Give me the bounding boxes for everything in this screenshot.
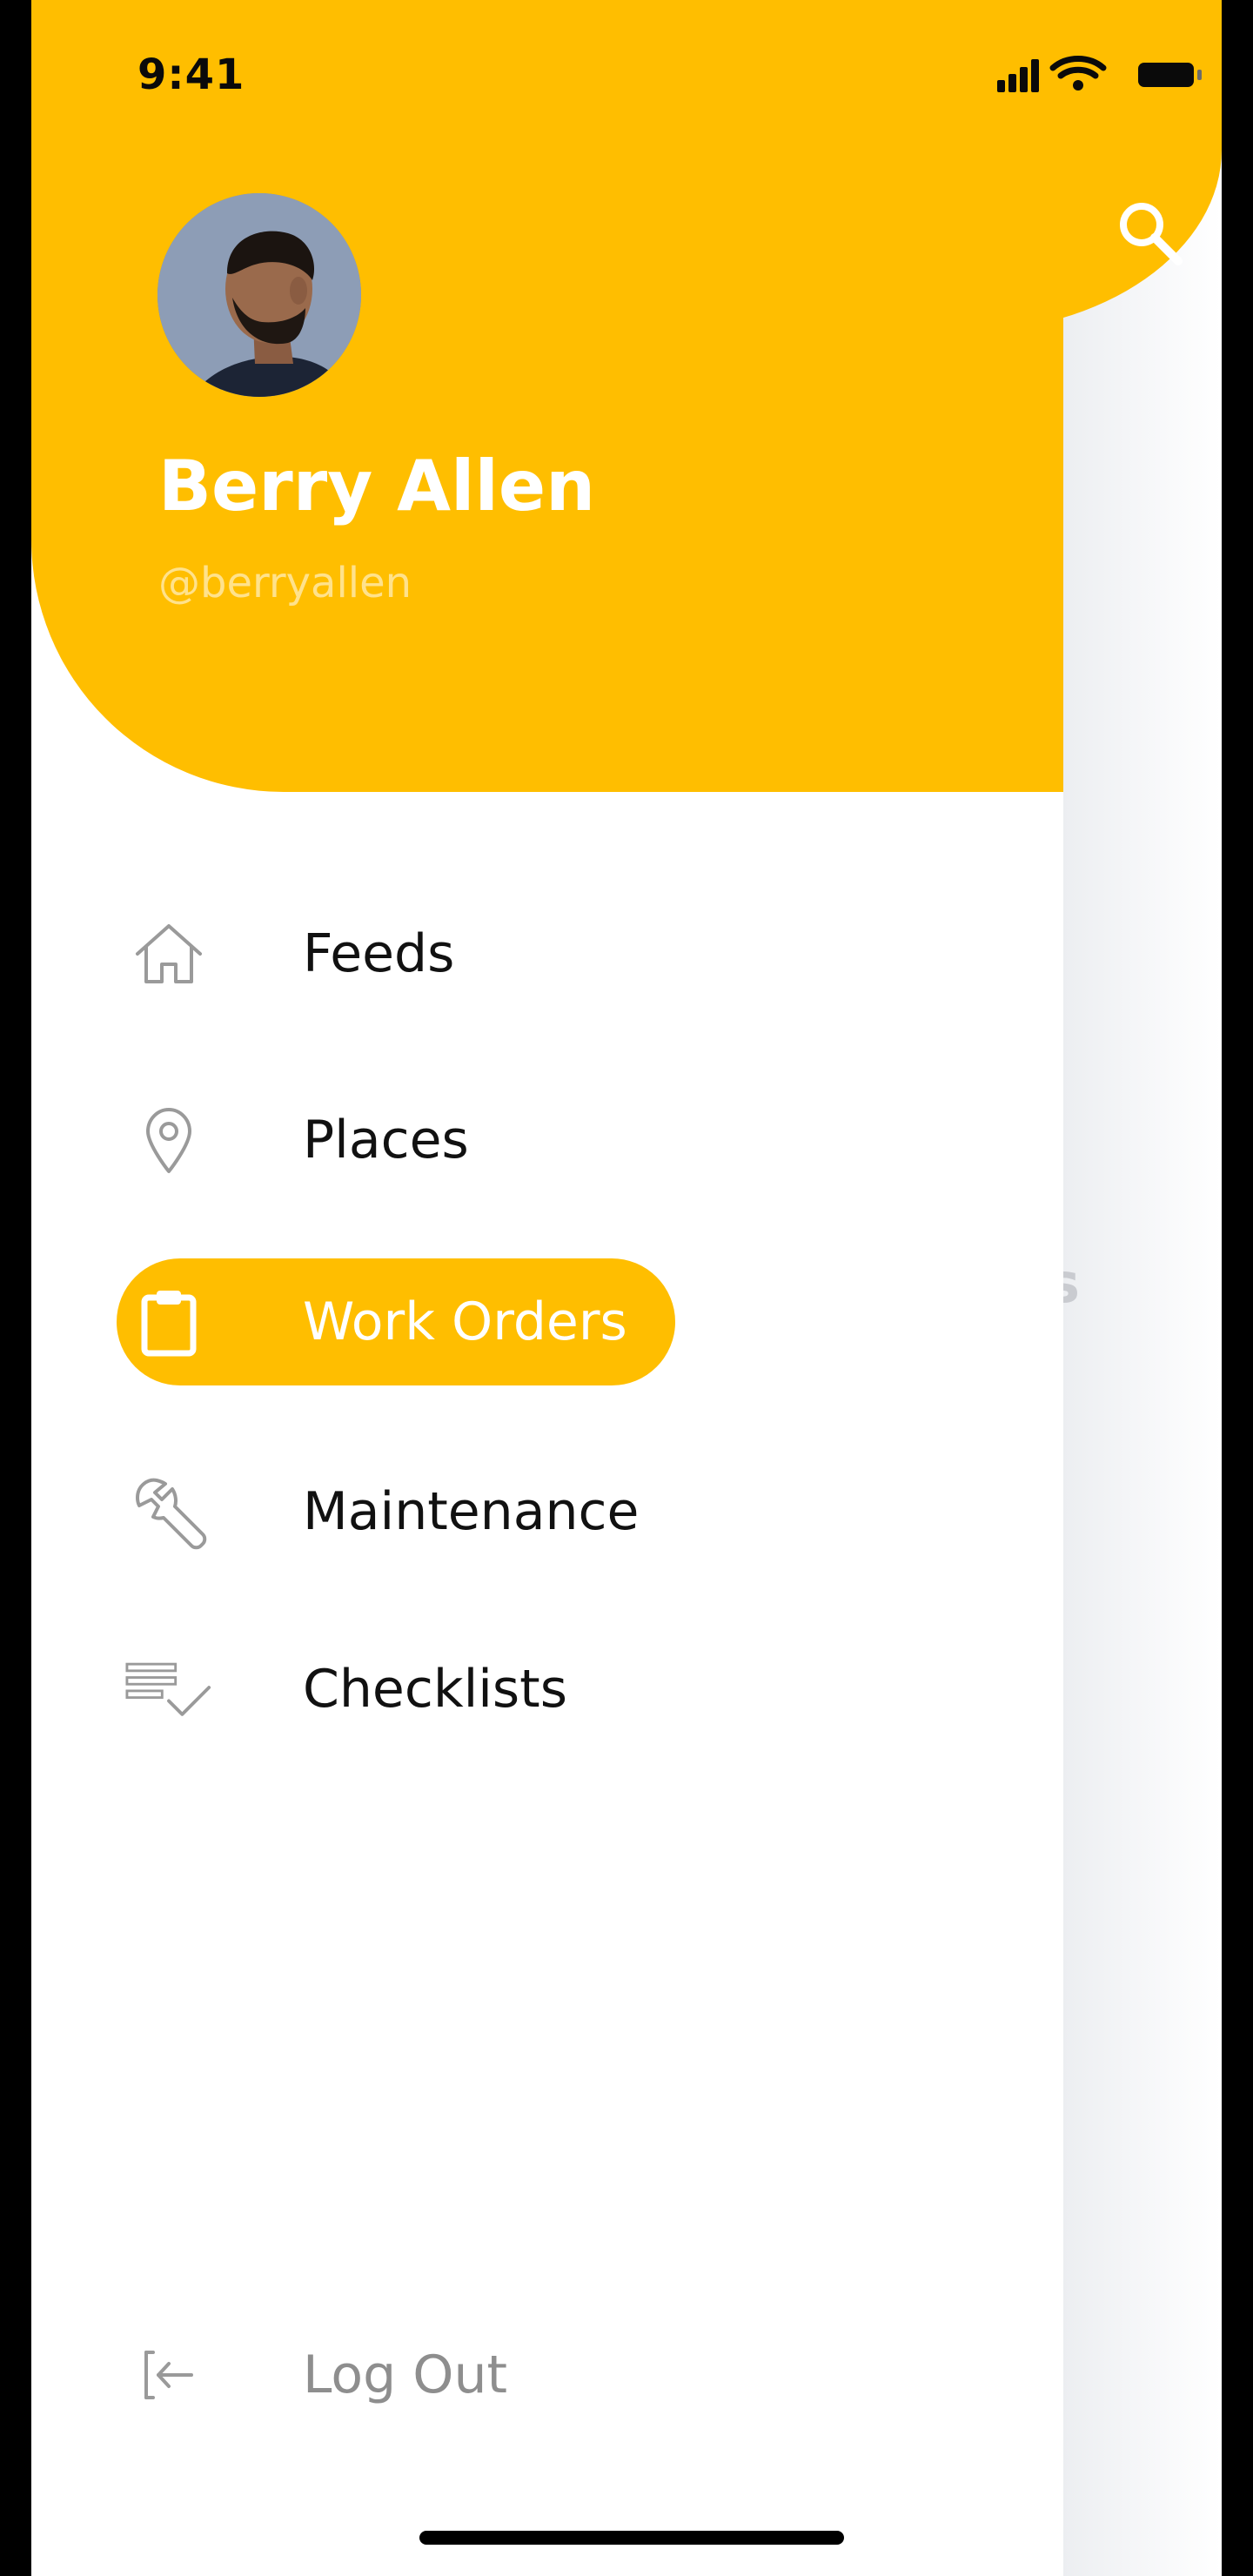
home-indicator[interactable] xyxy=(419,2531,844,2545)
logout-label: Log Out xyxy=(303,2345,508,2405)
menu-item-places[interactable]: Places xyxy=(117,1077,639,1204)
menu-item-work-orders[interactable]: Work Orders xyxy=(117,1258,675,1385)
checklist-icon xyxy=(125,1646,212,1733)
menu-item-label: Maintenance xyxy=(303,1481,640,1542)
location-pin-icon xyxy=(125,1097,212,1184)
logout-button[interactable]: Log Out xyxy=(117,2311,639,2438)
phone-screen: s Berry Allen @berryallen Feeds Places W… xyxy=(31,0,1222,2576)
menu-item-maintenance[interactable]: Maintenance xyxy=(117,1448,743,1575)
navigation-drawer: Berry Allen @berryallen Feeds Places Wor… xyxy=(31,0,1063,2576)
status-bar: 9:41 xyxy=(31,0,1222,122)
menu-item-feeds[interactable]: Feeds xyxy=(117,890,639,1017)
search-icon[interactable] xyxy=(1114,197,1189,272)
drawer-menu: Feeds Places Work Orders Maintenance Che… xyxy=(31,0,1063,2576)
menu-item-checklists[interactable]: Checklists xyxy=(117,1626,726,1753)
cellular-signal-icon xyxy=(997,59,1039,92)
background-screen xyxy=(1062,0,1222,2576)
menu-item-label: Checklists xyxy=(303,1659,567,1720)
menu-item-label: Feeds xyxy=(303,923,455,984)
menu-item-label: Work Orders xyxy=(303,1291,627,1352)
clipboard-icon xyxy=(125,1278,212,1365)
wrench-icon xyxy=(125,1468,212,1555)
battery-icon xyxy=(1138,63,1202,87)
menu-item-label: Places xyxy=(303,1110,469,1171)
logout-icon xyxy=(125,2331,212,2418)
home-icon xyxy=(125,910,212,997)
wifi-icon xyxy=(1049,56,1107,91)
status-icons xyxy=(997,56,1202,92)
status-time: 9:41 xyxy=(137,50,245,99)
